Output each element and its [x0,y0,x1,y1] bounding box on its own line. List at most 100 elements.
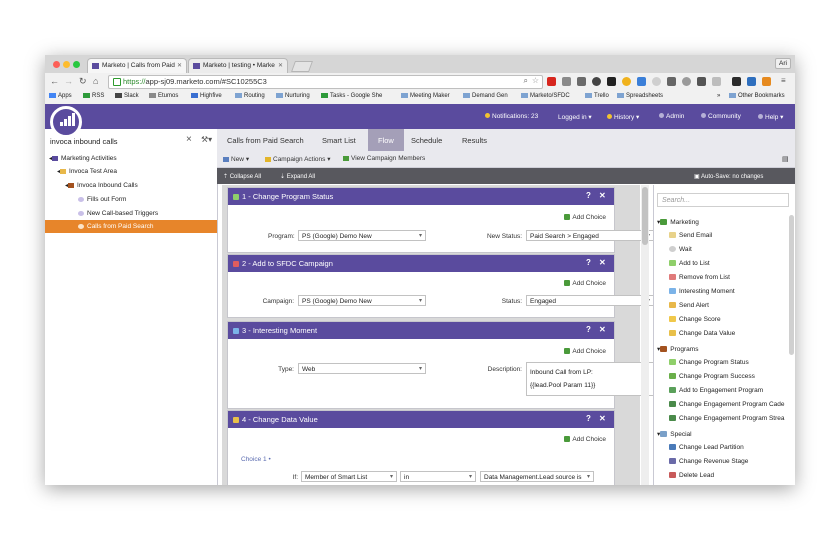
expand-all-button[interactable]: ⇣ Expand All [280,173,315,180]
back-icon[interactable]: ← [50,76,59,86]
add-choice-button[interactable]: Add Choice [564,214,606,221]
extension-grey-icon[interactable] [712,77,721,86]
step-header[interactable]: 4 - Change Data Value ? ✕ [228,411,614,428]
scroll-thumb[interactable] [642,187,648,245]
canvas-scrollbar[interactable] [641,185,649,485]
minimize-window-button[interactable] [63,61,70,68]
tab-flow[interactable]: Flow [368,129,404,151]
bookmark-routing[interactable]: Routing [235,93,265,99]
status-select[interactable]: Engaged▾ [526,295,654,306]
delete-step-icon[interactable]: ✕ [599,414,606,423]
campaign-actions-menu[interactable]: Campaign Actions ▾ [265,155,330,163]
close-window-button[interactable] [53,61,60,68]
delete-step-icon[interactable]: ✕ [599,191,606,200]
palette-item-change-score[interactable]: Change Score [669,316,721,323]
step-header[interactable]: 3 - Interesting Moment ? ✕ [228,322,614,339]
forward-icon[interactable]: → [64,76,73,86]
extension-screen-icon[interactable] [562,77,571,86]
help-icon[interactable]: ? [586,191,591,200]
collapse-all-button[interactable]: ⇡ Collapse All [223,173,261,180]
browser-tab-1[interactable]: Marketo | Calls from Paid ✕ [87,58,187,73]
palette-group-marketing[interactable]: ▾ Marketing [657,218,699,226]
extension-blue2-icon[interactable] [747,77,756,86]
extension-cast-icon[interactable] [577,77,586,86]
tree-node-calls-from-paid-search[interactable]: Calls from Paid Search [45,220,217,233]
clear-search-icon[interactable]: × [186,134,192,145]
program-select[interactable]: PS (Google) Demo New ▾ [298,230,426,241]
delete-step-icon[interactable]: ✕ [599,258,606,267]
type-select[interactable]: Web ▾ [298,363,426,374]
palette-group-programs[interactable]: ▾ Programs [657,345,698,353]
extension-gear-icon[interactable] [592,77,601,86]
tab-results[interactable]: Results [462,136,487,145]
add-choice-button[interactable]: Add Choice [564,280,606,287]
palette-item-change-engagement-cadence[interactable]: Change Engagement Program Cade [669,401,785,408]
menu-icon[interactable]: ≡ [781,76,786,85]
bookmark-slack[interactable]: Slack [115,93,139,99]
bookmark-demand-gen[interactable]: Demand Gen [463,93,508,99]
bookmark-rss[interactable]: RSS [83,93,104,99]
palette-item-change-revenue-stage[interactable]: Change Revenue Stage [669,458,748,465]
extension-chart-icon[interactable] [732,77,741,86]
palette-item-add-to-engagement[interactable]: Add to Engagement Program [669,387,763,394]
palette-item-change-data-value[interactable]: Change Data Value [669,330,735,337]
extension-box-icon[interactable] [697,77,706,86]
new-tab-button[interactable] [290,61,314,72]
close-tab-icon[interactable]: ✕ [177,59,182,73]
reload-icon[interactable]: ↻ [79,76,87,87]
palette-scroll-thumb[interactable] [789,215,794,355]
extension-blue-icon[interactable] [637,77,646,86]
extension-circle-icon[interactable] [652,77,661,86]
campaign-select[interactable]: PS (Google) Demo New ▾ [298,295,426,306]
bookmark-other[interactable]: Other Bookmarks [729,93,785,99]
maximize-window-button[interactable] [73,61,80,68]
extension-clock-icon[interactable] [682,77,691,86]
bookmark-tasks[interactable]: Tasks - Google She [321,93,382,99]
bookmark-spreadsheets[interactable]: Spreadsheets [617,93,663,99]
step-header[interactable]: 1 - Change Program Status ? ✕ [228,188,614,205]
tree-node-invoca-inbound-calls[interactable]: ◂ Invoca Inbound Calls [65,179,138,192]
palette-search-input[interactable]: Search... [657,193,789,207]
choice-label[interactable]: Choice 1 • [241,456,271,463]
tree-node-marketing-activities[interactable]: ◂ Marketing Activities [49,152,117,165]
condition-value-select[interactable]: Data Management.Lead source is ▾ [480,471,594,482]
palette-group-special[interactable]: ▾ Special [657,430,692,438]
help-icon[interactable]: ? [586,414,591,423]
bookmark-highfive[interactable]: Highfive [191,93,222,99]
palette-item-interesting-moment[interactable]: Interesting Moment [669,288,735,295]
palette-item-wait[interactable]: Wait [669,246,692,253]
history-menu[interactable]: History ▾ [607,113,639,121]
palette-item-send-email[interactable]: Send Email [669,232,712,239]
description-textarea[interactable]: Inbound Call from LP: {{lead.Pool Param … [526,362,654,396]
palette-item-add-to-list[interactable]: Add to List [669,260,710,267]
tab-schedule[interactable]: Schedule [411,136,442,145]
palette-item-change-engagement-stream[interactable]: Change Engagement Program Strea [669,415,785,422]
tree-node-invoca-test-area[interactable]: ◂ Invoca Test Area [57,165,117,178]
address-bar[interactable]: https://app-sj09.marketo.com/#SC10255C3 … [108,75,543,89]
help-menu[interactable]: Help ▾ [758,113,783,121]
palette-item-delete-lead[interactable]: Delete Lead [669,472,714,479]
admin-link[interactable]: Admin [659,113,684,120]
community-link[interactable]: Community [701,113,741,120]
extension-red-icon[interactable] [547,77,556,86]
palette-item-change-program-status[interactable]: Change Program Status [669,359,749,366]
extension-cc-icon[interactable] [667,77,676,86]
tree-search-input[interactable]: invoca inbound calls [50,137,118,146]
home-icon[interactable]: ⌂ [93,76,98,86]
new-status-select[interactable]: Paid Search > Engaged▾ [526,230,654,241]
logged-in-menu[interactable]: Logged in ▾ [558,113,592,121]
tree-options-icon[interactable]: ⚒▾ [201,135,212,144]
add-choice-button[interactable]: Add Choice [564,348,606,355]
bookmarks-overflow[interactable]: » [717,93,720,99]
bookmark-nurturing[interactable]: Nurturing [276,93,310,99]
new-menu[interactable]: New ▾ [223,155,249,163]
profile-button[interactable]: Ari [775,58,791,69]
step-header[interactable]: 2 - Add to SFDC Campaign ? ✕ [228,255,614,272]
delete-step-icon[interactable]: ✕ [599,325,606,334]
palette-item-change-program-success[interactable]: Change Program Success [669,373,755,380]
bookmark-trello[interactable]: Trello [585,93,609,99]
print-icon[interactable]: ▤ [782,155,789,163]
close-tab-icon[interactable]: ✕ [278,59,283,73]
notifications-link[interactable]: Notifications: 23 [485,113,538,120]
help-icon[interactable]: ? [586,325,591,334]
